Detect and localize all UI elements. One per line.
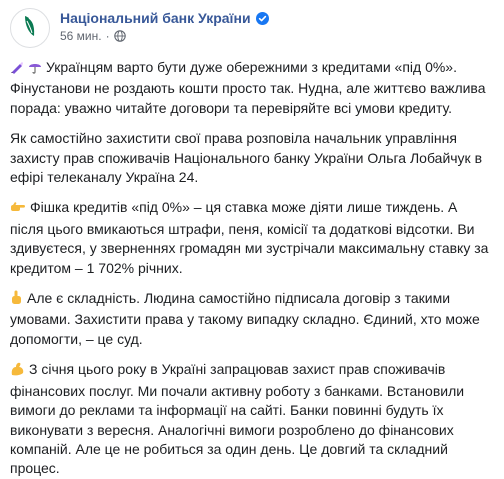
post-paragraph-1: Українцям варто бути дуже обережними з к… xyxy=(10,58,494,118)
separator-dot: · xyxy=(105,29,110,43)
globe-icon[interactable] xyxy=(113,30,126,42)
post-paragraph-4-text: Але є складність. Людина самостійно підп… xyxy=(10,290,480,347)
facebook-post: Національний банк України 56 мин. · Укра… xyxy=(0,0,504,476)
post-paragraph-5-text: З січня цього року в Україні запрацював … xyxy=(10,361,465,477)
post-meta: Національний банк України 56 мин. · xyxy=(60,8,269,43)
post-body: Українцям варто бути дуже обережними з к… xyxy=(10,58,494,479)
post-timestamp[interactable]: 56 мин. xyxy=(60,29,102,43)
post-paragraph-3-text: Фішка кредитів «під 0%» – ця ставка може… xyxy=(10,199,489,276)
post-paragraph-4: Але є складність. Людина самостійно підп… xyxy=(10,289,494,349)
post-header: Національний банк України 56 мин. · xyxy=(10,8,494,52)
post-paragraph-3: Фішка кредитів «під 0%» – ця ставка може… xyxy=(10,198,494,278)
nbu-logo-icon xyxy=(17,13,43,44)
post-subline: 56 мин. · xyxy=(60,29,269,43)
crayon-emoji-icon xyxy=(10,60,24,79)
verified-badge-icon xyxy=(255,11,269,25)
flexed-biceps-emoji-icon xyxy=(10,361,25,381)
name-row: Національний банк України xyxy=(60,10,269,26)
page-avatar[interactable] xyxy=(10,8,50,48)
page-name-link[interactable]: Національний банк України xyxy=(60,10,251,26)
umbrella-emoji-icon xyxy=(28,60,42,79)
pointing-hand-emoji-icon xyxy=(10,200,26,219)
post-paragraph-1-text: Українцям варто бути дуже обережними з к… xyxy=(10,59,486,116)
post-paragraph-5: З січня цього року в Україні запрацював … xyxy=(10,360,494,478)
post-paragraph-2: Як самостійно захистити свої права розпо… xyxy=(10,129,494,187)
index-up-emoji-icon xyxy=(10,290,23,310)
post-paragraph-2-text: Як самостійно захистити свої права розпо… xyxy=(10,130,483,186)
